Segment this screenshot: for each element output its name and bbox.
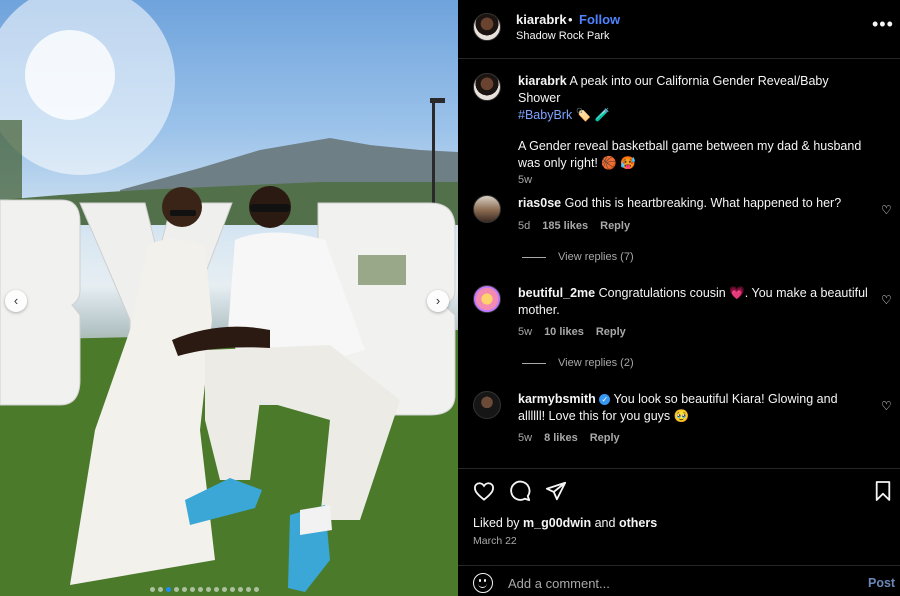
carousel-dots — [150, 587, 259, 592]
comment-reply-button[interactable]: Reply — [590, 432, 620, 444]
comment-avatar[interactable] — [473, 195, 501, 223]
carousel-dot — [190, 587, 195, 592]
carousel-next-button[interactable]: › — [427, 290, 449, 312]
add-comment-bar: Post — [458, 566, 900, 596]
comment-text: beutiful_2me Congratulations cousin 💗. Y… — [518, 285, 868, 319]
comment-like-icon[interactable]: ♡ — [881, 203, 892, 217]
save-bookmark-icon[interactable] — [874, 480, 892, 502]
follow-button[interactable]: Follow — [579, 12, 620, 27]
carousel-dot — [214, 587, 219, 592]
comment-meta: 5d 185 likes Reply — [518, 220, 630, 232]
comment-like-icon[interactable]: ♡ — [881, 399, 892, 413]
comment-like-icon[interactable]: ♡ — [881, 293, 892, 307]
caption-avatar[interactable] — [473, 73, 501, 101]
like-heart-icon[interactable] — [473, 481, 495, 501]
actions-divider — [458, 468, 900, 469]
liked-by-and: and — [594, 516, 616, 530]
carousel-dot — [198, 587, 203, 592]
caption-text: kiarabrk A peak into our California Gend… — [518, 73, 868, 172]
photo-scene — [0, 0, 458, 596]
liked-by: Liked by m_g00dwin and others — [473, 516, 657, 530]
comment-age: 5w — [518, 432, 533, 444]
caption-emojis: 🏷️ 🧪 — [575, 108, 611, 122]
post-date[interactable]: March 22 — [473, 535, 517, 547]
post-actions — [458, 477, 900, 505]
comment-body: God this is heartbreaking. What happened… — [564, 196, 842, 210]
header-separator: • — [568, 12, 573, 27]
post-details-panel: kiarabrk • Follow Shadow Rock Park ••• k… — [458, 0, 900, 596]
hashtag-link[interactable]: #BabyBrk — [518, 108, 572, 122]
liked-by-user[interactable]: m_g00dwin — [523, 516, 591, 530]
carousel-dot — [206, 587, 211, 592]
carousel-dot — [246, 587, 251, 592]
share-paper-plane-icon[interactable] — [545, 480, 567, 502]
comment-reply-button[interactable]: Reply — [600, 220, 630, 232]
liked-by-others[interactable]: others — [619, 516, 657, 530]
comment-likes[interactable]: 10 likes — [544, 326, 584, 338]
post-photo: ‹ › — [0, 0, 458, 596]
replies-line — [522, 256, 546, 258]
author-avatar[interactable] — [473, 13, 501, 41]
verified-badge-icon: ✓ — [599, 394, 611, 406]
comment-reply-button[interactable]: Reply — [596, 326, 626, 338]
view-replies-label: View replies (7) — [558, 251, 634, 263]
carousel-dot — [158, 587, 163, 592]
emoji-picker-icon[interactable] — [473, 573, 493, 593]
comment-avatar[interactable] — [473, 285, 501, 313]
carousel-dot — [222, 587, 227, 592]
caption-username[interactable]: kiarabrk — [518, 74, 567, 88]
comments-section[interactable]: kiarabrk A peak into our California Gend… — [458, 59, 900, 467]
caption-age[interactable]: 5w — [518, 174, 532, 186]
carousel-dot — [182, 587, 187, 592]
comment-likes[interactable]: 8 likes — [544, 432, 578, 444]
carousel-dot — [174, 587, 179, 592]
comment-username[interactable]: karmybsmith — [518, 392, 596, 406]
comment-bubble-icon[interactable] — [509, 480, 531, 502]
view-replies-label: View replies (2) — [558, 357, 634, 369]
carousel-dot — [150, 587, 155, 592]
comment-input[interactable] — [508, 574, 848, 592]
view-replies-button[interactable]: View replies (2) — [522, 357, 634, 369]
comment-meta: 5w 8 likes Reply — [518, 432, 620, 444]
replies-line — [522, 362, 546, 364]
comment-username[interactable]: beutiful_2me — [518, 286, 595, 300]
carousel-prev-button[interactable]: ‹ — [5, 290, 27, 312]
comment-age: 5d — [518, 220, 531, 232]
post-comment-button[interactable]: Post — [868, 576, 895, 590]
carousel-dot — [254, 587, 259, 592]
comment-avatar[interactable] — [473, 391, 501, 419]
comment-likes[interactable]: 185 likes — [542, 220, 588, 232]
comment-age: 5w — [518, 326, 533, 338]
liked-by-prefix: Liked by — [473, 516, 520, 530]
comment-text: rias0se God this is heartbreaking. What … — [518, 195, 868, 212]
view-replies-button[interactable]: View replies (7) — [522, 251, 634, 263]
comment-text: karmybsmith ✓ You look so beautiful Kiar… — [518, 391, 868, 425]
more-options-icon[interactable]: ••• — [872, 14, 894, 35]
carousel-dot — [230, 587, 235, 592]
caption-meta: 5w — [518, 174, 532, 186]
caption-body-2: A Gender reveal basketball game between … — [518, 139, 862, 170]
comment-username[interactable]: rias0se — [518, 196, 561, 210]
carousel-dot — [238, 587, 243, 592]
post-header: kiarabrk • Follow Shadow Rock Park ••• — [458, 0, 900, 58]
carousel-dot — [166, 587, 171, 592]
author-username[interactable]: kiarabrk — [516, 12, 567, 27]
post-location[interactable]: Shadow Rock Park — [516, 30, 610, 42]
comment-meta: 5w 10 likes Reply — [518, 326, 626, 338]
